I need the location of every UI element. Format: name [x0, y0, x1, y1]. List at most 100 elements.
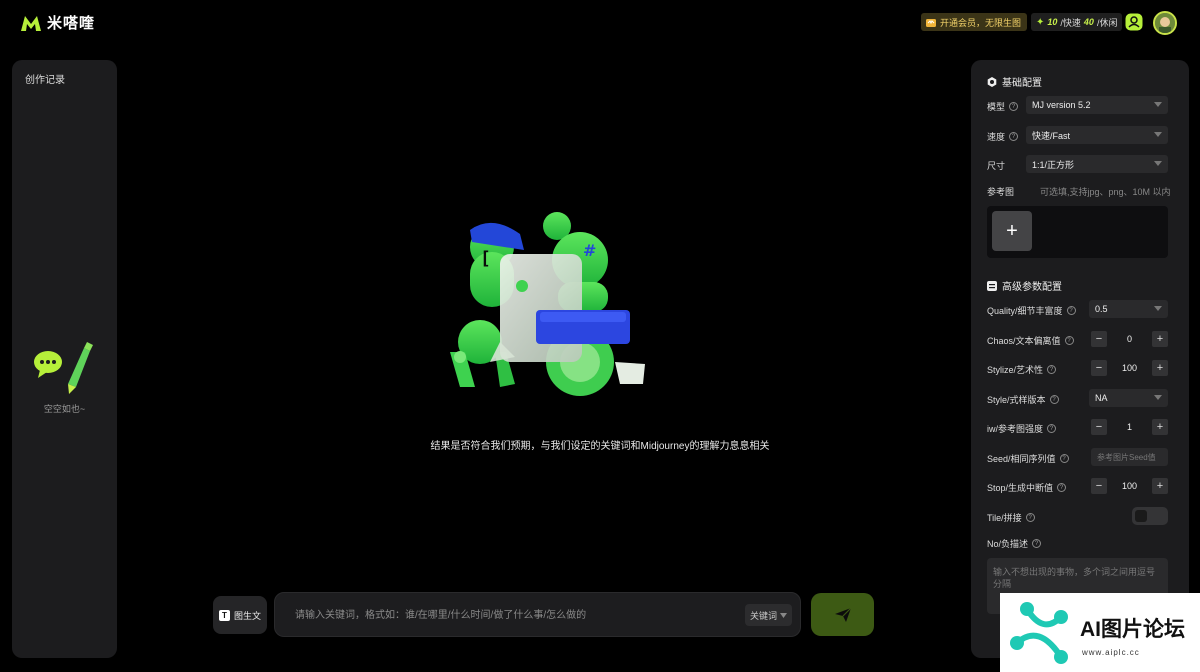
- decrement-button[interactable]: −: [1091, 419, 1107, 435]
- chaos-stepper: − 0 +: [1091, 330, 1168, 348]
- advanced-config-title: 高级参数配置: [987, 278, 1062, 293]
- tile-toggle[interactable]: [1132, 507, 1168, 525]
- vip-label: 开通会员，无限生图: [940, 17, 1022, 28]
- history-panel: 创作记录 空空如也~: [12, 60, 117, 658]
- stop-stepper: − 100 +: [1091, 477, 1168, 495]
- style-select[interactable]: NA: [1089, 389, 1168, 407]
- text-t-icon: T: [218, 609, 230, 621]
- help-icon[interactable]: ?: [1047, 424, 1056, 433]
- image-to-text-button[interactable]: T 图生文: [213, 596, 267, 634]
- fast-quota-label: /快速: [1060, 17, 1081, 28]
- help-icon[interactable]: ?: [1032, 539, 1042, 548]
- quality-value: 0.5: [1095, 304, 1108, 314]
- increment-button[interactable]: +: [1151, 419, 1168, 435]
- help-icon[interactable]: ?: [1064, 336, 1074, 345]
- chevron-down-icon: [1154, 102, 1162, 107]
- app-logo[interactable]: 米嗒喹: [20, 12, 95, 33]
- negative-prompt-label-text: No/负描述: [987, 539, 1029, 549]
- hexagon-icon: [987, 76, 997, 87]
- stylize-label: Stylize/艺术性 ?: [987, 363, 1057, 376]
- decrement-button[interactable]: −: [1091, 331, 1107, 347]
- help-icon[interactable]: ?: [1066, 306, 1076, 315]
- speed-select[interactable]: 快速/Fast: [1026, 126, 1168, 144]
- relax-quota-count: 40: [1083, 17, 1094, 27]
- help-icon[interactable]: ?: [1009, 102, 1019, 111]
- help-icon[interactable]: ?: [1059, 454, 1069, 463]
- advanced-config-label: 高级参数配置: [1002, 282, 1062, 293]
- quality-label: Quality/细节丰富度 ?: [987, 304, 1076, 317]
- chevron-down-icon: [1154, 395, 1162, 400]
- chevron-down-icon: [780, 612, 788, 618]
- iw-label-text: iw/参考图强度: [987, 424, 1043, 434]
- basic-config-label: 基础配置: [1002, 78, 1042, 89]
- chevron-down-icon: [1154, 306, 1162, 311]
- stop-value[interactable]: 100: [1122, 481, 1137, 491]
- history-title: 创作记录: [25, 75, 65, 86]
- model-label-text: 模型: [987, 102, 1006, 112]
- increment-button[interactable]: +: [1152, 478, 1168, 494]
- prompt-input[interactable]: [295, 607, 735, 623]
- seed-input[interactable]: [1091, 448, 1168, 466]
- prompt-box: 关键词: [274, 592, 801, 637]
- model-label: 模型 ?: [987, 100, 1019, 113]
- size-select[interactable]: 1:1/正方形: [1026, 155, 1168, 173]
- seed-label-text: Seed/相同序列值: [987, 454, 1056, 464]
- style-label-text: Style/式样版本: [987, 395, 1046, 405]
- help-icon[interactable]: ?: [1009, 132, 1019, 141]
- svg-text:#: #: [583, 241, 596, 260]
- watermark-text: AI图片论坛: [1080, 618, 1185, 641]
- model-value: MJ version 5.2: [1032, 100, 1091, 110]
- add-image-button[interactable]: +: [992, 211, 1032, 251]
- ref-image-hint: 可选填,支持jpg、png、10M 以内: [1040, 187, 1171, 197]
- help-icon[interactable]: ?: [1049, 395, 1059, 404]
- list-icon: [987, 280, 997, 291]
- keyword-mode-label: 关键词: [750, 610, 778, 621]
- size-label: 尺寸: [987, 159, 1005, 172]
- iw-value[interactable]: 1: [1127, 422, 1132, 432]
- empty-history-text: 空空如也~: [43, 404, 86, 414]
- help-icon[interactable]: ?: [1025, 513, 1035, 522]
- crown-icon: [926, 18, 936, 27]
- chevron-down-icon: [1154, 132, 1162, 137]
- svg-text:[: [: [480, 248, 491, 269]
- user-profile-icon[interactable]: [1125, 13, 1143, 31]
- quality-select[interactable]: 0.5: [1089, 300, 1168, 318]
- avatar[interactable]: [1153, 11, 1177, 35]
- tile-label: Tile/拼接 ?: [987, 511, 1035, 524]
- basic-config-title: 基础配置: [987, 74, 1042, 89]
- keyword-mode-select[interactable]: 关键词: [745, 604, 793, 626]
- logo-m-icon: [21, 15, 41, 31]
- style-label: Style/式样版本 ?: [987, 393, 1059, 406]
- empty-chat-pen-icon: [34, 342, 93, 394]
- help-icon[interactable]: ?: [1047, 365, 1057, 374]
- ref-image-upload[interactable]: +: [987, 206, 1168, 258]
- decrement-button[interactable]: −: [1091, 478, 1107, 494]
- send-button[interactable]: [811, 593, 874, 636]
- tile-label-text: Tile/拼接: [987, 513, 1022, 523]
- chaos-label-text: Chaos/文本偏离值: [987, 336, 1061, 346]
- stop-label: Stop/生成中断值 ?: [987, 481, 1067, 494]
- size-label-text: 尺寸: [987, 161, 1006, 171]
- seed-label: Seed/相同序列值 ?: [987, 452, 1069, 465]
- size-value: 1:1/正方形: [1032, 159, 1075, 170]
- vip-upgrade-button[interactable]: 开通会员，无限生图: [921, 13, 1028, 31]
- model-select[interactable]: MJ version 5.2: [1026, 96, 1168, 114]
- iw-stepper: − 1 +: [1091, 418, 1168, 436]
- image-to-text-label: 图生文: [233, 610, 261, 621]
- increment-button[interactable]: +: [1152, 360, 1168, 376]
- ref-image-label-text: 参考图: [987, 187, 1015, 197]
- quota-badge: ✦ 10 /快速 40 /休闲: [1031, 13, 1123, 31]
- stop-label-text: Stop/生成中断值: [987, 483, 1054, 493]
- stylize-value[interactable]: 100: [1122, 363, 1137, 373]
- hero-illustration: [ #: [450, 212, 645, 396]
- watermark-url: www.aiplc.cc: [1082, 648, 1140, 657]
- negative-prompt-label: No/负描述 ?: [987, 537, 1042, 550]
- style-value: NA: [1095, 393, 1108, 403]
- help-icon[interactable]: ?: [1057, 483, 1067, 492]
- send-paper-plane-icon: [834, 607, 851, 622]
- chaos-value[interactable]: 0: [1127, 334, 1132, 344]
- top-bar: 米嗒喹 开通会员，无限生图 ✦ 10 /快速 40 /休闲: [0, 0, 1200, 44]
- decrement-button[interactable]: −: [1091, 360, 1107, 376]
- increment-button[interactable]: +: [1151, 331, 1168, 347]
- sparkle-icon: ✦: [1036, 16, 1045, 28]
